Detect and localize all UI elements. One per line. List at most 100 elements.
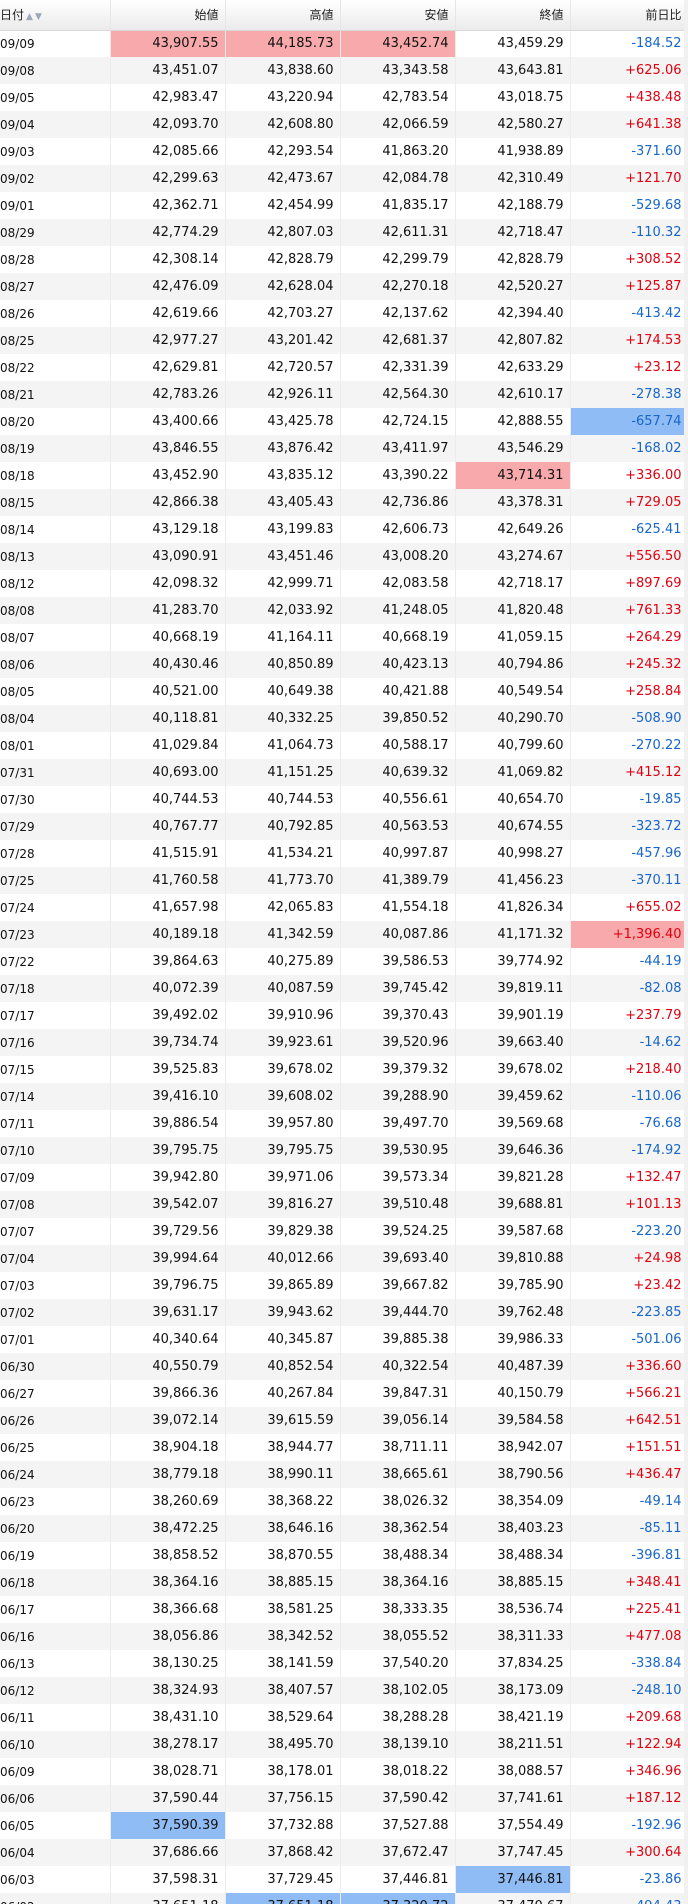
open-cell: 43,846.55	[110, 435, 226, 462]
change-cell: +225.41	[570, 1596, 688, 1623]
high-cell: 40,345.87	[225, 1326, 341, 1353]
date-cell: 06/17	[0, 1596, 111, 1623]
table-row: 06/17 38,366.68 38,581.25 38,333.35 38,536.7…	[0, 1596, 688, 1623]
low-cell: 43,390.22	[340, 462, 456, 489]
close-cell: 43,643.81	[455, 57, 571, 84]
close-cell: 37,446.81	[455, 1866, 571, 1893]
close-cell: 40,487.39	[455, 1353, 571, 1380]
date-cell: 07/10	[0, 1137, 111, 1164]
change-cell: -14.62	[570, 1029, 688, 1056]
date-cell: 07/04	[0, 1245, 111, 1272]
open-cell: 38,472.25	[110, 1515, 226, 1542]
open-cell: 43,400.66	[110, 408, 226, 435]
table-row: 06/20 38,472.25 38,646.16 38,362.54 38,403.2…	[0, 1515, 688, 1542]
date-cell: 09/01	[0, 192, 111, 219]
date-cell: 06/06	[0, 1785, 111, 1812]
close-cell: 39,785.90	[455, 1272, 571, 1299]
date-cell: 07/09	[0, 1164, 111, 1191]
change-cell: -338.84	[570, 1650, 688, 1677]
open-cell: 39,866.36	[110, 1380, 226, 1407]
vertical-scrollbar[interactable]	[684, 0, 688, 1904]
close-cell: 40,290.70	[455, 705, 571, 732]
table-row: 06/27 39,866.36 40,267.84 39,847.31 40,150.7…	[0, 1380, 688, 1407]
low-cell: 39,847.31	[340, 1380, 456, 1407]
table-row: 06/26 39,072.14 39,615.59 39,056.14 39,584.5…	[0, 1407, 688, 1434]
change-cell: -370.11	[570, 867, 688, 894]
high-cell: 38,870.55	[225, 1542, 341, 1569]
open-cell: 42,362.71	[110, 192, 226, 219]
high-cell: 37,756.15	[225, 1785, 341, 1812]
change-cell: +336.60	[570, 1353, 688, 1380]
high-cell: 42,033.92	[225, 597, 341, 624]
open-cell: 41,657.98	[110, 894, 226, 921]
close-cell: 38,173.09	[455, 1677, 571, 1704]
date-cell: 07/31	[0, 759, 111, 786]
table-row: 07/01 40,340.64 40,345.87 39,885.38 39,986.3…	[0, 1326, 688, 1353]
close-cell: 38,790.56	[455, 1461, 571, 1488]
open-cell: 38,366.68	[110, 1596, 226, 1623]
open-cell: 40,668.19	[110, 624, 226, 651]
date-cell: 07/28	[0, 840, 111, 867]
date-cell: 07/22	[0, 948, 111, 975]
change-cell: -529.68	[570, 192, 688, 219]
high-cell: 39,971.06	[225, 1164, 341, 1191]
sort-descending-icon[interactable]: ▼	[35, 12, 42, 22]
high-cell: 43,199.83	[225, 516, 341, 543]
date-cell: 08/29	[0, 219, 111, 246]
open-cell: 42,308.14	[110, 246, 226, 273]
column-header-change[interactable]: 前日比	[570, 0, 688, 31]
table-row: 06/03 37,598.31 37,729.45 37,446.81 37,446.8…	[0, 1866, 688, 1893]
high-cell: 40,012.66	[225, 1245, 341, 1272]
high-cell: 38,944.77	[225, 1434, 341, 1461]
low-cell: 42,066.59	[340, 111, 456, 138]
column-header-close[interactable]: 終値	[455, 0, 571, 31]
change-cell: -85.11	[570, 1515, 688, 1542]
change-cell: +642.51	[570, 1407, 688, 1434]
open-cell: 42,866.38	[110, 489, 226, 516]
table-row: 06/16 38,056.86 38,342.52 38,055.52 38,311.3…	[0, 1623, 688, 1650]
date-cell: 08/19	[0, 435, 111, 462]
open-cell: 39,994.64	[110, 1245, 226, 1272]
table-row: 09/02 42,299.63 42,473.67 42,084.78 42,310.4…	[0, 165, 688, 192]
table-row: 09/01 42,362.71 42,454.99 41,835.17 42,188.7…	[0, 192, 688, 219]
high-cell: 39,608.02	[225, 1083, 341, 1110]
date-cell: 07/29	[0, 813, 111, 840]
change-cell: +761.33	[570, 597, 688, 624]
high-cell: 43,220.94	[225, 84, 341, 111]
table-row: 06/05 37,590.39 37,732.88 37,527.88 37,554.4…	[0, 1812, 688, 1839]
date-cell: 09/02	[0, 165, 111, 192]
close-cell: 40,674.55	[455, 813, 571, 840]
change-cell: -508.90	[570, 705, 688, 732]
low-cell: 39,379.32	[340, 1056, 456, 1083]
high-cell: 39,829.38	[225, 1218, 341, 1245]
high-cell: 42,473.67	[225, 165, 341, 192]
close-cell: 39,646.36	[455, 1137, 571, 1164]
open-cell: 43,451.07	[110, 57, 226, 84]
low-cell: 39,530.95	[340, 1137, 456, 1164]
close-cell: 38,942.07	[455, 1434, 571, 1461]
change-cell: +187.12	[570, 1785, 688, 1812]
table-row: 07/24 41,657.98 42,065.83 41,554.18 41,826.3…	[0, 894, 688, 921]
low-cell: 40,421.88	[340, 678, 456, 705]
sort-ascending-icon[interactable]: ▲	[26, 12, 33, 22]
close-cell: 41,938.89	[455, 138, 571, 165]
column-header-low[interactable]: 安値	[340, 0, 456, 31]
column-header-date[interactable]: 日付 ▲ ▼	[0, 0, 111, 31]
column-header-open[interactable]: 始値	[110, 0, 226, 31]
low-cell: 40,639.32	[340, 759, 456, 786]
close-cell: 41,826.34	[455, 894, 571, 921]
table-row: 08/04 40,118.81 40,332.25 39,850.52 40,290.7…	[0, 705, 688, 732]
low-cell: 42,299.79	[340, 246, 456, 273]
high-cell: 40,267.84	[225, 1380, 341, 1407]
table-row: 07/10 39,795.75 39,795.75 39,530.95 39,646.3…	[0, 1137, 688, 1164]
column-header-high[interactable]: 高値	[225, 0, 341, 31]
table-row: 07/14 39,416.10 39,608.02 39,288.90 39,459.6…	[0, 1083, 688, 1110]
close-cell: 38,488.34	[455, 1542, 571, 1569]
close-cell: 42,610.17	[455, 381, 571, 408]
date-cell: 07/01	[0, 1326, 111, 1353]
change-cell: -76.68	[570, 1110, 688, 1137]
table-row: 07/08 39,542.07 39,816.27 39,510.48 39,688.8…	[0, 1191, 688, 1218]
high-cell: 40,850.89	[225, 651, 341, 678]
close-cell: 39,810.88	[455, 1245, 571, 1272]
open-cell: 37,651.18	[110, 1893, 226, 1904]
